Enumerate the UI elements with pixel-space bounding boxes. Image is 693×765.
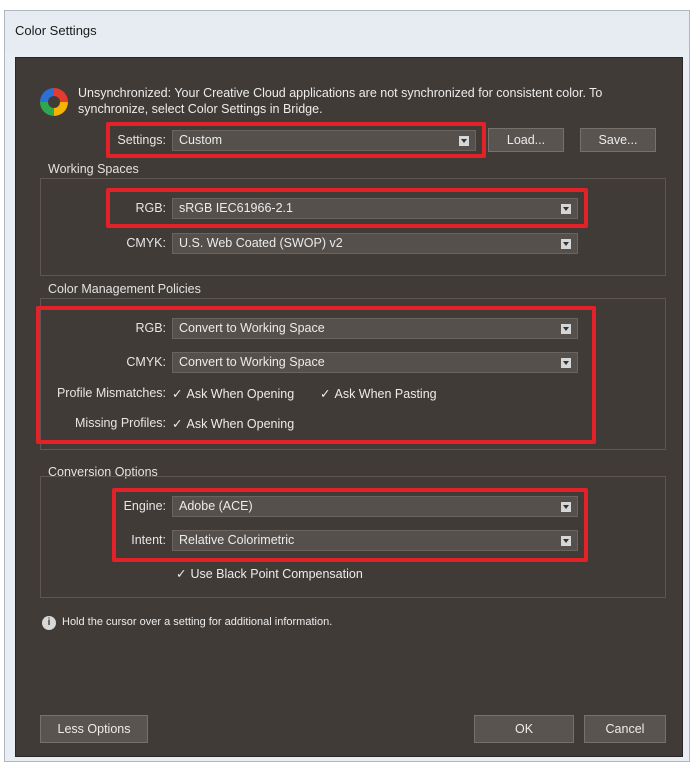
chevron-down-icon xyxy=(561,204,571,214)
info-text: Hold the cursor over a setting for addit… xyxy=(62,616,333,628)
missing-profiles-label: Missing Profiles: xyxy=(75,416,166,430)
ok-button[interactable]: OK xyxy=(474,715,574,743)
cancel-button[interactable]: Cancel xyxy=(584,715,666,743)
policy-cmyk-label: CMYK: xyxy=(126,355,166,369)
ws-rgb-dropdown[interactable]: sRGB IEC61966-2.1 xyxy=(172,198,578,219)
settings-dropdown[interactable]: Custom xyxy=(172,130,476,151)
working-spaces-group xyxy=(40,178,666,276)
creative-cloud-sync-icon xyxy=(40,88,68,116)
chevron-down-icon xyxy=(561,358,571,368)
chevron-down-icon xyxy=(561,239,571,249)
settings-label: Settings: xyxy=(117,133,166,147)
engine-value: Adobe (ACE) xyxy=(179,499,253,513)
window-title: Color Settings xyxy=(15,23,97,38)
engine-label: Engine: xyxy=(123,499,166,513)
color-settings-dialog: Color Settings Unsynchronized: Your Crea… xyxy=(4,10,690,762)
sync-notice-line1: Unsynchronized: Your Creative Cloud appl… xyxy=(78,86,603,100)
checkmark-icon: ✓ xyxy=(176,567,187,581)
chevron-down-icon xyxy=(459,136,469,146)
ws-rgb-value: sRGB IEC61966-2.1 xyxy=(179,201,293,215)
ws-cmyk-value: U.S. Web Coated (SWOP) v2 xyxy=(179,236,343,250)
checkmark-icon: ✓ xyxy=(172,417,183,431)
chevron-down-icon xyxy=(561,502,571,512)
sync-notice-line2: synchronize, select Color Settings in Br… xyxy=(78,102,323,116)
ask-when-pasting-checkbox[interactable]: ✓ Ask When Pasting xyxy=(320,386,437,401)
intent-label: Intent: xyxy=(131,533,166,547)
checkmark-icon: ✓ xyxy=(320,387,331,401)
checkmark-icon: ✓ xyxy=(172,387,183,401)
intent-dropdown[interactable]: Relative Colorimetric xyxy=(172,530,578,551)
load-button[interactable]: Load... xyxy=(488,128,564,152)
ws-cmyk-label: CMYK: xyxy=(126,236,166,250)
chevron-down-icon xyxy=(561,324,571,334)
ask-when-opening-checkbox[interactable]: ✓ Ask When Opening xyxy=(172,386,294,401)
intent-value: Relative Colorimetric xyxy=(179,533,295,547)
policy-cmyk-value: Convert to Working Space xyxy=(179,355,325,369)
black-point-compensation-label: Use Black Point Compensation xyxy=(190,567,363,581)
title-bar: Color Settings xyxy=(5,11,689,51)
profile-mismatches-label: Profile Mismatches: xyxy=(56,386,166,400)
working-spaces-title: Working Spaces xyxy=(48,162,139,176)
policy-rgb-value: Convert to Working Space xyxy=(179,321,325,335)
chevron-down-icon xyxy=(561,536,571,546)
policy-rgb-label: RGB: xyxy=(135,321,166,335)
ask-when-pasting-label: Ask When Pasting xyxy=(334,387,437,401)
black-point-compensation-checkbox[interactable]: ✓ Use Black Point Compensation xyxy=(176,566,363,581)
missing-ask-when-opening-label: Ask When Opening xyxy=(186,417,295,431)
ws-rgb-label: RGB: xyxy=(135,201,166,215)
ask-when-opening-label: Ask When Opening xyxy=(186,387,295,401)
less-options-button[interactable]: Less Options xyxy=(40,715,148,743)
policy-cmyk-dropdown[interactable]: Convert to Working Space xyxy=(172,352,578,373)
dialog-body: Unsynchronized: Your Creative Cloud appl… xyxy=(15,57,683,757)
settings-value: Custom xyxy=(179,133,223,147)
policy-rgb-dropdown[interactable]: Convert to Working Space xyxy=(172,318,578,339)
engine-dropdown[interactable]: Adobe (ACE) xyxy=(172,496,578,517)
policies-title: Color Management Policies xyxy=(48,282,201,296)
missing-ask-when-opening-checkbox[interactable]: ✓ Ask When Opening xyxy=(172,416,294,431)
save-button[interactable]: Save... xyxy=(580,128,656,152)
ws-cmyk-dropdown[interactable]: U.S. Web Coated (SWOP) v2 xyxy=(172,233,578,254)
info-icon: i xyxy=(42,616,56,630)
